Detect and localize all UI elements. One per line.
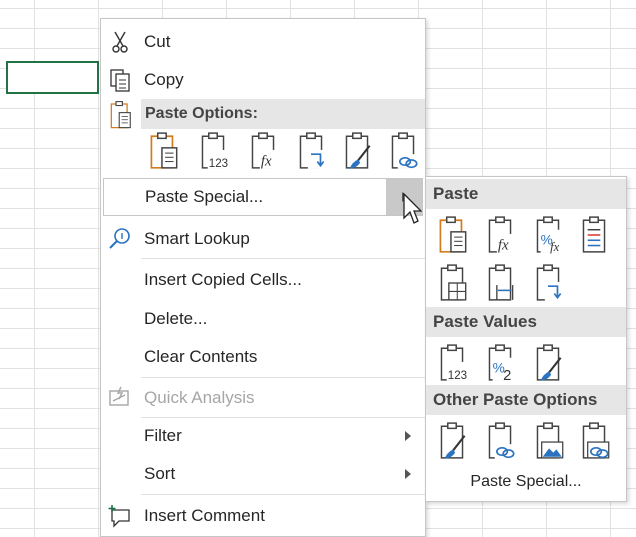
paste-transpose-icon[interactable] — [530, 263, 568, 303]
menu-separator — [141, 494, 425, 495]
insert-copied-cells-menu-item[interactable]: Insert Copied Cells... — [101, 261, 425, 299]
paste-linked-picture-icon[interactable] — [576, 421, 614, 461]
clear-contents-label: Clear Contents — [144, 347, 258, 366]
delete-label: Delete... — [144, 309, 208, 328]
sort-menu-item[interactable]: Sort — [101, 455, 425, 493]
chevron-right-icon — [405, 431, 411, 441]
menu-separator — [141, 377, 425, 378]
paste-formatting-icon[interactable] — [339, 131, 375, 171]
paste-keep-source-formatting-icon[interactable] — [576, 215, 614, 255]
smart-lookup-label: Smart Lookup — [144, 229, 250, 248]
paste-special-menu-item[interactable]: Paste Special... — [103, 178, 423, 216]
insert-copied-cells-label: Insert Copied Cells... — [144, 270, 302, 289]
menu-separator — [141, 258, 425, 259]
paste-special-submenu: Paste fx % fx Paste Values 123 % 2 Other P… — [425, 176, 627, 502]
paste-values-icon[interactable]: 123 — [434, 343, 472, 383]
quick-analysis-icon — [107, 385, 133, 411]
paste-formatting-icon[interactable] — [434, 421, 472, 461]
smart-lookup-icon — [107, 226, 133, 252]
paste-picture-icon[interactable] — [530, 421, 568, 461]
paste-icon[interactable] — [145, 131, 181, 171]
svg-text:fx: fx — [261, 154, 272, 170]
other-paste-options-header: Other Paste Options — [426, 385, 626, 415]
insert-comment-menu-item[interactable]: Insert Comment — [101, 497, 425, 535]
paste-formulas-icon[interactable]: fx — [482, 215, 520, 255]
paste-link-icon[interactable] — [482, 421, 520, 461]
paste-formulas-number-format-icon[interactable]: % fx — [530, 215, 568, 255]
copy-label: Copy — [144, 70, 184, 89]
insert-comment-label: Insert Comment — [144, 506, 265, 525]
paste-keep-column-widths-icon[interactable] — [482, 263, 520, 303]
smart-lookup-menu-item[interactable]: Smart Lookup — [101, 220, 425, 258]
paste-special-label: Paste Special... — [145, 187, 264, 206]
filter-label: Filter — [144, 426, 182, 445]
cut-menu-item[interactable]: Cut — [101, 23, 425, 61]
svg-text:fx: fx — [550, 240, 560, 254]
paste-transpose-icon[interactable] — [293, 131, 329, 171]
paste-special-submenu-item[interactable]: Paste Special... — [426, 473, 626, 499]
scissors-icon — [107, 29, 133, 55]
mouse-cursor-icon — [402, 192, 422, 226]
quick-analysis-label: Quick Analysis — [144, 388, 255, 407]
chevron-right-icon — [405, 469, 411, 479]
paste-formulas-icon[interactable]: fx — [245, 131, 281, 171]
svg-text:123: 123 — [209, 158, 228, 170]
copy-icon — [107, 67, 133, 93]
sort-label: Sort — [144, 464, 176, 483]
svg-text:123: 123 — [448, 370, 467, 382]
quick-analysis-menu-item[interactable]: Quick Analysis — [101, 379, 425, 417]
svg-text:2: 2 — [503, 368, 511, 383]
paste-values-number-format-icon[interactable]: % 2 — [482, 343, 520, 383]
context-menu: Cut Copy Paste Options: 123 fx Paste Spe… — [100, 18, 426, 537]
paste-values-source-formatting-icon[interactable] — [530, 343, 568, 383]
paste-values-section-header: Paste Values — [426, 307, 626, 337]
paste-options-icon — [107, 100, 133, 129]
selected-cell[interactable] — [6, 61, 99, 94]
paste-section-header: Paste — [426, 179, 626, 209]
filter-menu-item[interactable]: Filter — [101, 417, 425, 455]
svg-text:fx: fx — [498, 238, 509, 254]
paste-no-borders-icon[interactable] — [434, 263, 472, 303]
comment-icon — [107, 503, 133, 529]
paste-values-icon[interactable]: 123 — [195, 131, 231, 171]
paste-icon[interactable] — [434, 215, 472, 255]
clear-contents-menu-item[interactable]: Clear Contents — [101, 338, 425, 376]
paste-link-icon[interactable] — [385, 131, 421, 171]
copy-menu-item[interactable]: Copy — [101, 61, 425, 99]
paste-options-header: Paste Options: — [141, 99, 425, 129]
delete-menu-item[interactable]: Delete... — [101, 300, 425, 338]
cut-label: Cut — [144, 32, 171, 51]
